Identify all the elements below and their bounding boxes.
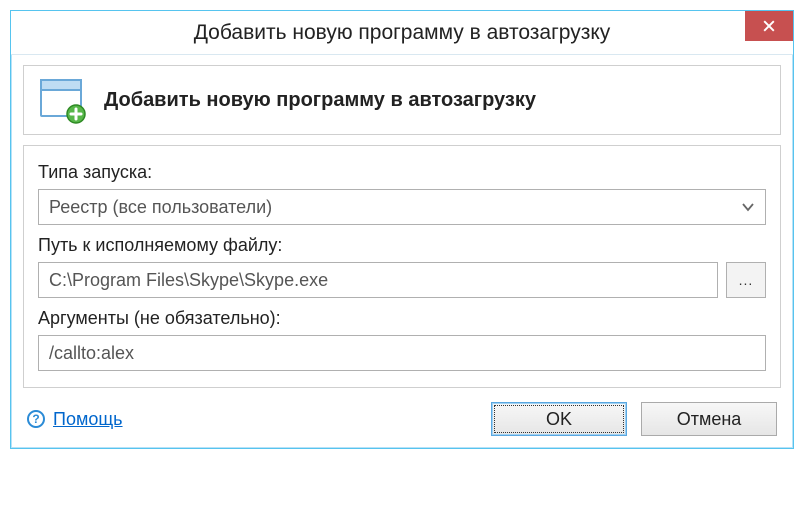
dialog-window: Добавить новую программу в автозагрузку … [10, 10, 794, 449]
close-button[interactable] [745, 11, 793, 41]
form-panel: Типа запуска: Реестр (все пользователи) … [23, 145, 781, 388]
titlebar: Добавить новую программу в автозагрузку [11, 11, 793, 55]
browse-button[interactable]: ... [726, 262, 766, 298]
button-row: OK Отмена [491, 402, 777, 436]
program-add-icon [38, 76, 86, 124]
help-icon: ? [27, 410, 45, 428]
help-link[interactable]: ? Помощь [27, 409, 123, 430]
launch-type-value: Реестр (все пользователи) [49, 197, 272, 218]
dialog-content: Добавить новую программу в автозагрузку … [11, 55, 793, 448]
close-icon [763, 20, 775, 32]
ok-button[interactable]: OK [491, 402, 627, 436]
window-title: Добавить новую программу в автозагрузку [194, 21, 611, 45]
launch-type-label: Типа запуска: [38, 162, 766, 183]
chevron-down-icon [741, 199, 755, 215]
footer: ? Помощь OK Отмена [23, 402, 781, 436]
header-panel: Добавить новую программу в автозагрузку [23, 65, 781, 135]
header-title: Добавить новую программу в автозагрузку [104, 89, 536, 112]
help-label: Помощь [53, 409, 123, 430]
launch-type-select[interactable]: Реестр (все пользователи) [38, 189, 766, 225]
cancel-button[interactable]: Отмена [641, 402, 777, 436]
arguments-input[interactable]: /callto:alex [38, 335, 766, 371]
arguments-label: Аргументы (не обязательно): [38, 308, 766, 329]
path-input[interactable]: C:\Program Files\Skype\Skype.exe [38, 262, 718, 298]
path-row: C:\Program Files\Skype\Skype.exe ... [38, 262, 766, 298]
path-label: Путь к исполняемому файлу: [38, 235, 766, 256]
